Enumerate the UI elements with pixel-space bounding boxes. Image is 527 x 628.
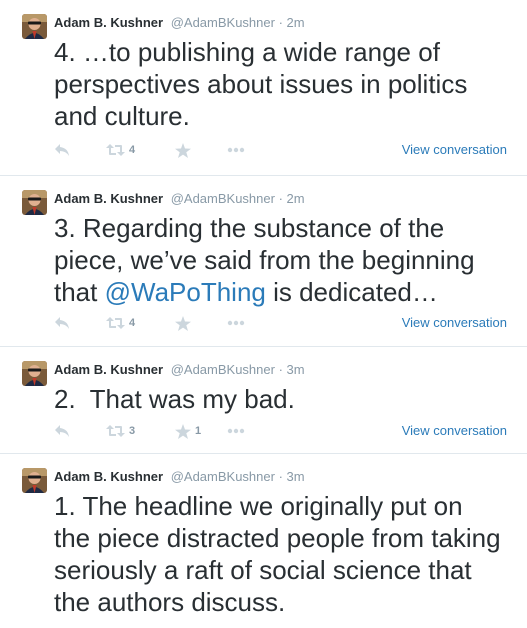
separator: · xyxy=(278,469,283,484)
reply-button[interactable] xyxy=(54,313,70,333)
tweet-actions: 4 View conversation xyxy=(54,313,507,333)
avatar[interactable] xyxy=(22,468,47,493)
separator: · xyxy=(278,191,283,206)
tweet-text: 1. The headline we originally put on the… xyxy=(54,491,501,617)
more-button[interactable] xyxy=(227,140,245,160)
view-conversation-link[interactable]: View conversation xyxy=(402,142,507,157)
tweet[interactable]: Adam B. Kushner @AdamBKushner · 3m 2. Th… xyxy=(0,347,527,454)
timestamp[interactable]: 3m xyxy=(287,469,305,484)
retweet-count: 4 xyxy=(129,144,136,156)
tweet[interactable]: Adam B. Kushner @AdamBKushner · 2m 3. Re… xyxy=(0,176,527,347)
timeline: Adam B. Kushner @AdamBKushner · 2m 4. …t… xyxy=(0,0,527,628)
more-icon xyxy=(227,428,245,434)
star-icon xyxy=(175,423,191,439)
tweet-text: 4. …to publishing a wide range of perspe… xyxy=(54,37,468,131)
username[interactable]: @AdamBKushner xyxy=(171,362,275,377)
tweet-text: 2. That was my bad. xyxy=(54,384,295,414)
retweet-button[interactable]: 4 xyxy=(106,313,135,333)
view-conversation-link[interactable]: View conversation xyxy=(402,423,507,438)
tweet-header: Adam B. Kushner @AdamBKushner · 2m xyxy=(54,191,305,206)
tweet-text-part: is dedicated… xyxy=(265,277,438,307)
retweet-count: 4 xyxy=(129,317,136,329)
favorite-button[interactable] xyxy=(175,140,195,160)
timestamp[interactable]: 2m xyxy=(287,191,305,206)
more-icon xyxy=(227,320,245,326)
tweet[interactable]: Adam B. Kushner @AdamBKushner · 3m 1. Th… xyxy=(0,454,527,628)
star-icon xyxy=(175,142,191,158)
fullname[interactable]: Adam B. Kushner xyxy=(54,362,163,377)
mention-link[interactable]: @WaPoThing xyxy=(105,277,266,307)
retweet-count: 3 xyxy=(129,425,136,437)
tweet-actions: 3 1 View conversation xyxy=(54,421,507,441)
view-conversation-link[interactable]: View conversation xyxy=(402,315,507,330)
reply-icon xyxy=(55,317,69,329)
more-icon xyxy=(227,147,245,153)
reply-icon xyxy=(55,425,69,437)
tweet-header: Adam B. Kushner @AdamBKushner · 2m xyxy=(54,15,305,30)
fullname[interactable]: Adam B. Kushner xyxy=(54,469,163,484)
separator: · xyxy=(278,15,283,30)
username[interactable]: @AdamBKushner xyxy=(171,191,275,206)
tweet-actions: 4 View conversation xyxy=(54,140,507,160)
reply-icon xyxy=(55,144,69,156)
retweet-button[interactable]: 3 xyxy=(106,421,135,441)
avatar[interactable] xyxy=(22,14,47,39)
username[interactable]: @AdamBKushner xyxy=(171,469,275,484)
tweet-text: 3. Regarding the substance of the piece,… xyxy=(54,212,504,308)
favorite-count: 1 xyxy=(195,425,202,437)
separator: · xyxy=(278,362,283,377)
retweet-icon xyxy=(106,317,125,329)
tweet-header: Adam B. Kushner @AdamBKushner · 3m xyxy=(54,362,305,377)
retweet-icon xyxy=(106,144,125,156)
favorite-button[interactable] xyxy=(175,313,195,333)
more-button[interactable] xyxy=(227,313,245,333)
favorite-button[interactable]: 1 xyxy=(175,421,201,441)
retweet-icon xyxy=(106,425,125,437)
avatar[interactable] xyxy=(22,190,47,215)
retweet-button[interactable]: 4 xyxy=(106,140,135,160)
timestamp[interactable]: 3m xyxy=(287,362,305,377)
avatar[interactable] xyxy=(22,361,47,386)
star-icon xyxy=(175,315,191,331)
tweet-header: Adam B. Kushner @AdamBKushner · 3m xyxy=(54,469,305,484)
tweet[interactable]: Adam B. Kushner @AdamBKushner · 2m 4. …t… xyxy=(0,0,527,176)
reply-button[interactable] xyxy=(54,140,70,160)
timestamp[interactable]: 2m xyxy=(287,15,305,30)
reply-button[interactable] xyxy=(54,421,70,441)
more-button[interactable] xyxy=(227,421,245,441)
fullname[interactable]: Adam B. Kushner xyxy=(54,15,163,30)
fullname[interactable]: Adam B. Kushner xyxy=(54,191,163,206)
username[interactable]: @AdamBKushner xyxy=(171,15,275,30)
